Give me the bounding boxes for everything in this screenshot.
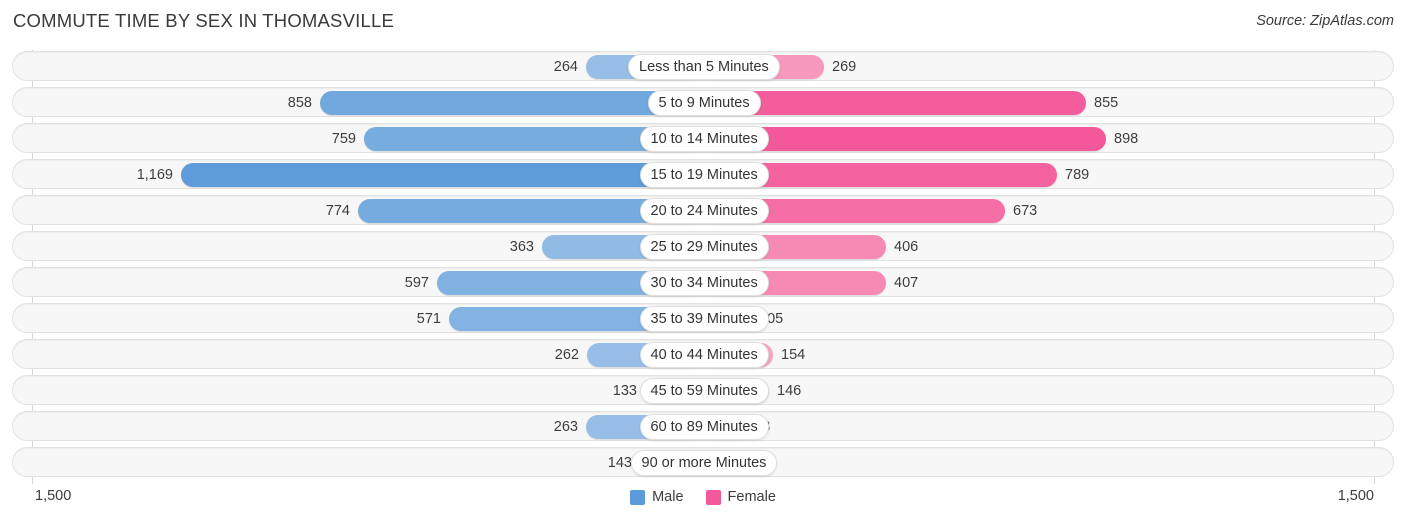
chart-row[interactable]: 858 855 5 to 9 Minutes	[12, 87, 1394, 117]
value-label-female: 406	[894, 239, 919, 255]
chart-row[interactable]: 597 407 30 to 34 Minutes	[12, 267, 1394, 297]
category-label[interactable]: 35 to 39 Minutes	[639, 306, 769, 332]
chart-row[interactable]: 571 105 35 to 39 Minutes	[12, 303, 1394, 333]
value-label-male: 133	[612, 383, 637, 399]
value-label-male: 263	[553, 419, 578, 435]
value-label-male: 774	[325, 203, 350, 219]
category-label[interactable]: 10 to 14 Minutes	[639, 126, 769, 152]
value-label-female: 407	[894, 275, 919, 291]
value-label-male: 264	[553, 59, 578, 75]
chart-row[interactable]: 1432490 or more Minutes	[12, 447, 1394, 477]
source-attribution: Source: ZipAtlas.com	[1256, 13, 1394, 29]
chart-container: COMMUTE TIME BY SEX IN THOMASVILLE Sourc…	[0, 0, 1406, 523]
value-label-female: 789	[1065, 167, 1090, 183]
plot-area: 264 269 Less than 5 Minutes 858 855 5 to 9 Mi…	[0, 50, 1406, 484]
chart-row[interactable]: 1,169 789 15 to 19 Minutes	[12, 159, 1394, 189]
value-label-male: 143	[607, 455, 632, 471]
category-label[interactable]: 30 to 34 Minutes	[639, 270, 769, 296]
value-label-male: 363	[509, 239, 534, 255]
chart-row[interactable]: 264 269 Less than 5 Minutes	[12, 51, 1394, 81]
value-label-male: 858	[287, 95, 312, 111]
value-label-female: 898	[1114, 131, 1139, 147]
bar-female[interactable]	[704, 91, 1086, 115]
category-label[interactable]: 60 to 89 Minutes	[639, 414, 769, 440]
chart-row[interactable]: 133 146 45 to 59 Minutes	[12, 375, 1394, 405]
value-label-female: 673	[1013, 203, 1038, 219]
category-label[interactable]: 45 to 59 Minutes	[639, 378, 769, 404]
value-label-female: 105	[759, 311, 784, 327]
value-label-female: 154	[781, 347, 806, 363]
chart-row[interactable]: 2639360 to 89 Minutes	[12, 411, 1394, 441]
chart-legend: Male Female	[0, 489, 1406, 505]
legend-swatch-icon	[705, 489, 721, 505]
category-label[interactable]: 40 to 44 Minutes	[639, 342, 769, 368]
chart-row[interactable]: 759 898 10 to 14 Minutes	[12, 123, 1394, 153]
value-label-male: 597	[404, 275, 429, 291]
category-label[interactable]: 90 or more Minutes	[630, 450, 778, 476]
chart-row[interactable]: 363 406 25 to 29 Minutes	[12, 231, 1394, 261]
chart-row[interactable]: 262 154 40 to 44 Minutes	[12, 339, 1394, 369]
value-label-male: 759	[331, 131, 356, 147]
bar-male[interactable]	[181, 163, 704, 187]
category-label[interactable]: 25 to 29 Minutes	[639, 234, 769, 260]
value-label-female: 855	[1094, 95, 1119, 111]
value-label-female: 146	[777, 383, 802, 399]
page-title: COMMUTE TIME BY SEX IN THOMASVILLE	[13, 10, 394, 31]
legend-item[interactable]: Female	[705, 489, 776, 505]
chart-row[interactable]: 774 673 20 to 24 Minutes	[12, 195, 1394, 225]
legend-item[interactable]: Male	[630, 489, 684, 505]
value-label-male: 1,169	[136, 167, 173, 183]
bar-male[interactable]	[320, 91, 704, 115]
legend-swatch-icon	[630, 489, 646, 505]
legend-label: Male	[652, 489, 684, 505]
legend-label: Female	[727, 489, 776, 505]
category-label[interactable]: 20 to 24 Minutes	[639, 198, 769, 224]
chart-footer: 1,500 1,500 Male Female	[0, 486, 1406, 523]
value-label-male: 571	[416, 311, 441, 327]
value-label-female: 269	[832, 59, 857, 75]
category-label[interactable]: 15 to 19 Minutes	[639, 162, 769, 188]
category-label[interactable]: 5 to 9 Minutes	[647, 90, 761, 116]
category-label[interactable]: Less than 5 Minutes	[628, 54, 780, 80]
value-label-male: 262	[554, 347, 579, 363]
